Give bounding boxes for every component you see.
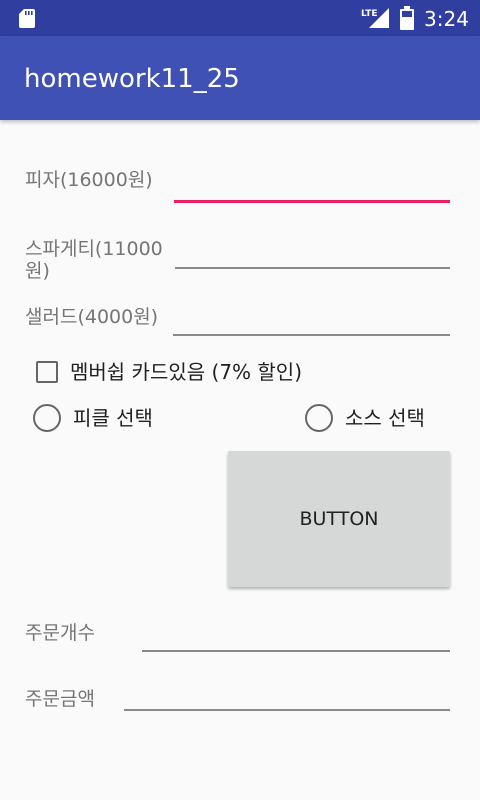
checkbox-box[interactable] [36, 361, 58, 383]
pickle-radio-label: 피클 선택 [73, 406, 153, 430]
app-title: homework11_25 [24, 64, 240, 94]
membership-checkbox[interactable]: 멤버쉽 카드있음 (7% 할인) [36, 359, 302, 385]
salad-quantity-input[interactable] [173, 310, 450, 336]
radio-circle[interactable] [33, 404, 61, 432]
calculate-button[interactable]: BUTTON [228, 451, 450, 587]
sd-card-icon [19, 9, 35, 28]
order-count-field[interactable] [142, 626, 450, 652]
order-amount-field[interactable] [124, 685, 450, 711]
svg-text:LTE: LTE [361, 9, 378, 19]
radio-circle[interactable] [305, 404, 333, 432]
order-count-label: 주문개수 [25, 622, 95, 644]
salad-label: 샐러드(4000원) [25, 306, 159, 328]
pickle-radio[interactable]: 피클 선택 [33, 404, 153, 432]
sauce-radio[interactable]: 소스 선택 [305, 404, 425, 432]
membership-checkbox-label: 멤버쉽 카드있음 (7% 할인) [70, 360, 303, 384]
sauce-radio-label: 소스 선택 [345, 406, 425, 430]
spaghetti-label-line1: 스파게티(11000 [25, 238, 163, 260]
clock: 3:24 [424, 7, 469, 31]
app-bar: homework11_25 [0, 36, 480, 120]
status-bar: LTE 3:24 [0, 0, 480, 36]
spaghetti-label-line2: 원) [25, 260, 50, 282]
lte-signal-icon: LTE [361, 8, 389, 28]
spaghetti-quantity-input[interactable] [175, 243, 450, 269]
order-amount-label: 주문금액 [25, 688, 95, 710]
battery-icon [400, 6, 414, 30]
pizza-label: 피자(16000원) [25, 169, 153, 191]
pizza-quantity-input[interactable] [174, 176, 450, 203]
